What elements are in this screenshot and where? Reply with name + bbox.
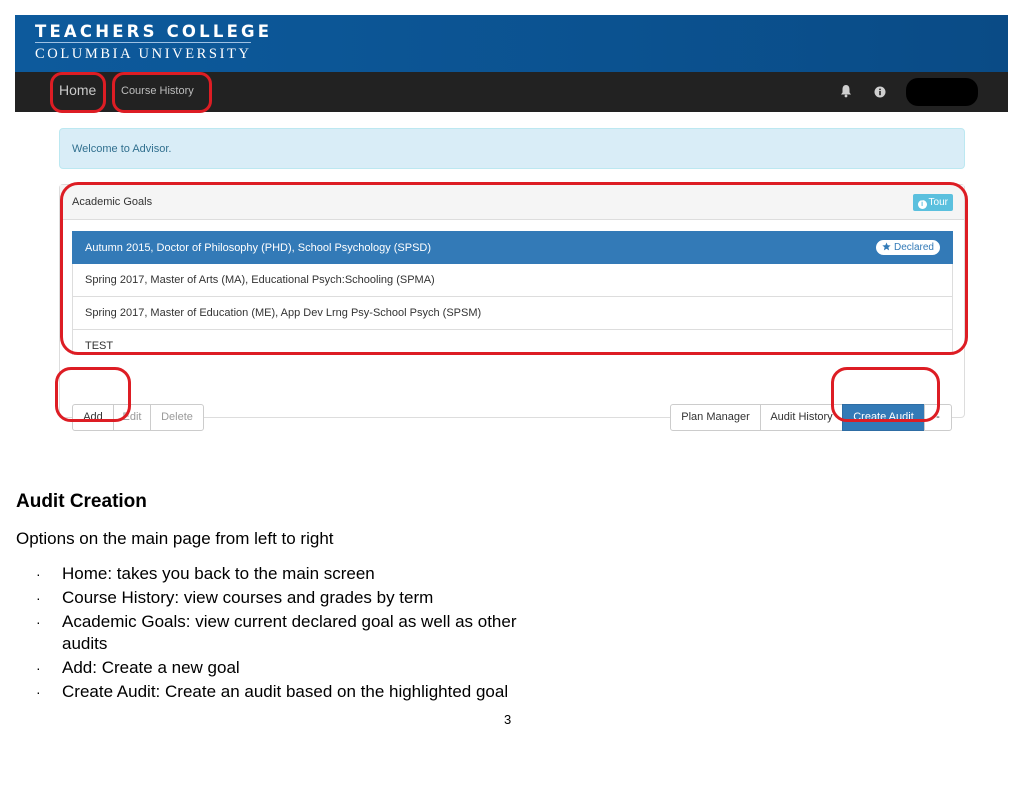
bullet-icon: · [36, 614, 41, 630]
list-item-text: Create Audit: Create an audit based on t… [62, 682, 509, 701]
section-intro: Options on the main page from left to ri… [16, 529, 334, 548]
tour-label: Tour [928, 197, 948, 208]
star-icon [882, 242, 891, 251]
list-item: · Home: takes you back to the main screen [36, 563, 556, 585]
brand-logo-line2: COLUMBIA UNIVERSITY [35, 46, 252, 62]
top-navbar: Home Course History [15, 72, 1008, 112]
bullet-icon: · [36, 684, 41, 700]
list-item-text: Home: takes you back to the main screen [62, 564, 375, 583]
info-circle-icon: i [917, 200, 927, 209]
user-menu-redacted[interactable] [906, 78, 978, 106]
goal-item-selected[interactable]: Autumn 2015, Doctor of Philosophy (PHD),… [72, 231, 953, 264]
goal-label: TEST [85, 340, 114, 352]
declared-badge: Declared [876, 240, 940, 255]
list-item-text: Academic Goals: view current declared go… [62, 612, 517, 653]
list-item-text: Course History: view courses and grades … [62, 588, 434, 607]
create-audit-button[interactable]: Create Audit [842, 404, 925, 431]
goal-label: Autumn 2015, Doctor of Philosophy (PHD),… [85, 242, 432, 254]
audit-history-button[interactable]: Audit History [760, 404, 843, 431]
bullet-icon: · [36, 590, 41, 606]
bell-icon[interactable] [840, 84, 852, 98]
brand-header: TEACHERS COLLEGE COLUMBIA UNIVERSITY [15, 15, 1008, 72]
add-goal-button[interactable]: Add [72, 404, 114, 431]
welcome-alert: Welcome to Advisor. [59, 128, 965, 169]
page-number: 3 [504, 712, 512, 727]
more-options-button[interactable]: - [924, 404, 952, 431]
bullet-icon: · [36, 566, 41, 582]
brand-logo-line1: TEACHERS COLLEGE [35, 22, 273, 41]
list-item-text: Add: Create a new goal [62, 658, 240, 677]
brand-divider [35, 42, 251, 43]
delete-goal-button[interactable]: Delete [150, 404, 204, 431]
tour-button[interactable]: i Tour [912, 194, 953, 211]
panel-header: Academic Goals i Tour [60, 185, 964, 220]
list-item: · Add: Create a new goal [36, 657, 556, 679]
goal-label: Spring 2017, Master of Arts (MA), Educat… [85, 274, 435, 286]
bullet-icon: · [36, 660, 41, 676]
options-list: · Home: takes you back to the main screen… [36, 563, 556, 705]
plan-manager-button[interactable]: Plan Manager [670, 404, 761, 431]
goal-label: Spring 2017, Master of Education (ME), A… [85, 307, 482, 319]
goal-item[interactable]: Spring 2017, Master of Arts (MA), Educat… [72, 264, 953, 297]
welcome-alert-text: Welcome to Advisor. [72, 143, 172, 155]
info-icon[interactable] [874, 85, 886, 98]
nav-course-history-link[interactable]: Course History [121, 85, 194, 97]
advisor-screenshot: TEACHERS COLLEGE COLUMBIA UNIVERSITY Hom… [15, 15, 1008, 431]
declared-badge-label: Declared [893, 242, 934, 253]
goal-item[interactable]: Spring 2017, Master of Education (ME), A… [72, 297, 953, 330]
goal-list: Autumn 2015, Doctor of Philosophy (PHD),… [72, 231, 953, 355]
nav-home-link[interactable]: Home [59, 82, 96, 98]
academic-goals-panel: Academic Goals i Tour Autumn 2015, Doctor… [59, 184, 965, 431]
panel-title: Academic Goals [72, 196, 153, 208]
goal-item[interactable]: TEST [72, 330, 953, 355]
list-item: · Course History: view courses and grades… [36, 587, 556, 609]
list-item: · Create Audit: Create an audit based on … [36, 681, 556, 703]
section-title: Audit Creation [16, 491, 147, 512]
list-item: · Academic Goals: view current declared g… [36, 611, 556, 655]
edit-goal-button[interactable]: Edit [113, 404, 151, 431]
